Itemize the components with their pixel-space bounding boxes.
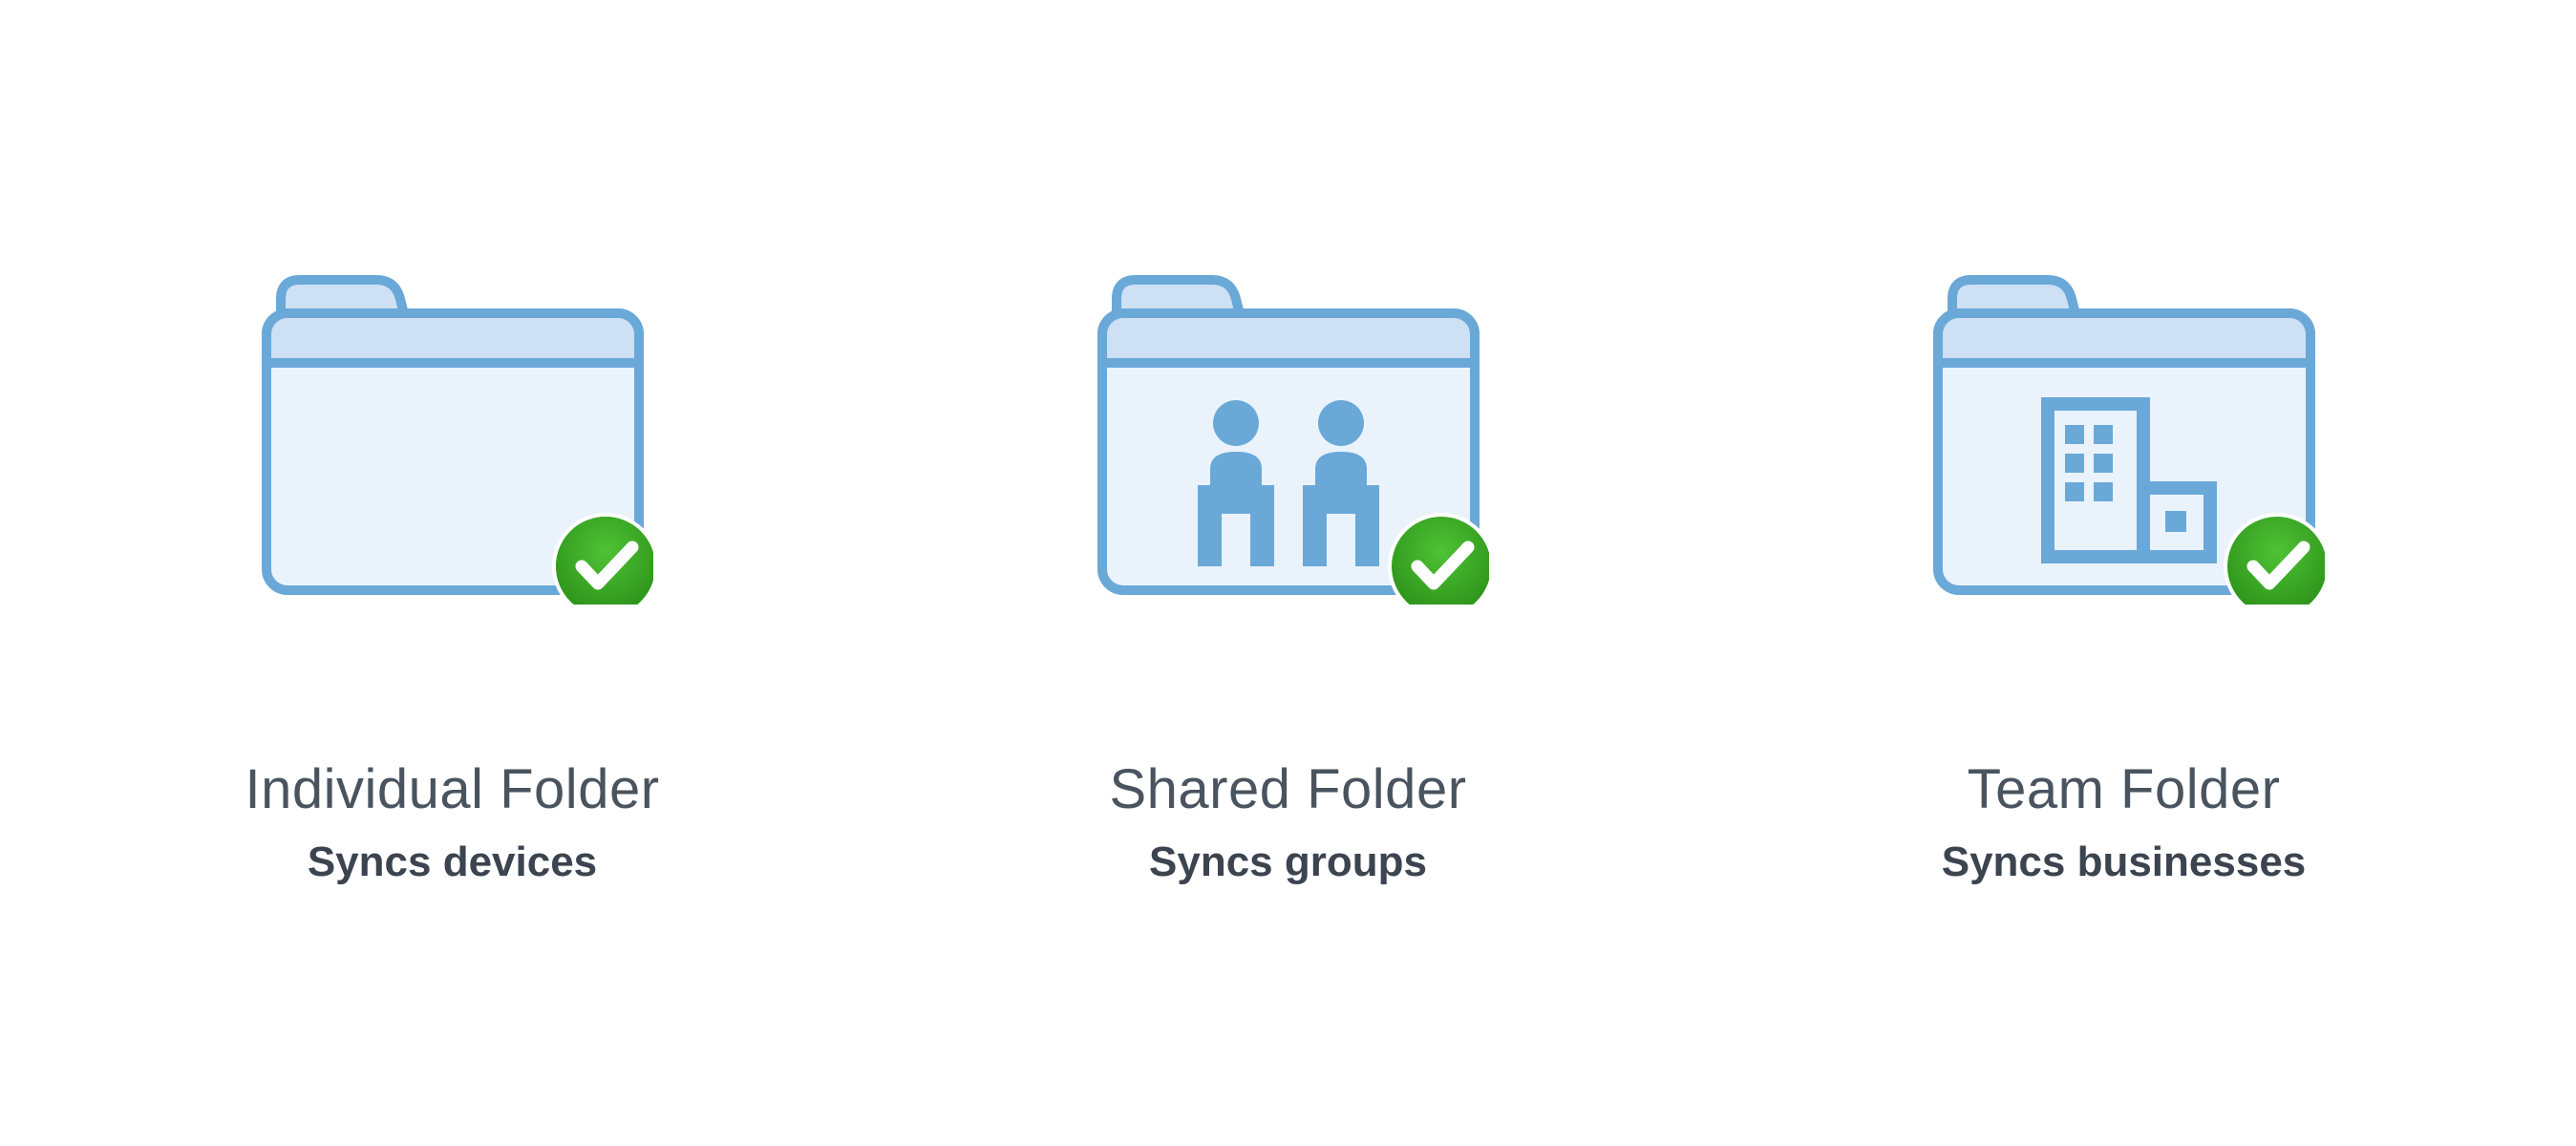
folder-team-icon	[1924, 261, 2325, 605]
card-title: Team Folder	[1968, 757, 2281, 821]
card-subtitle: Syncs groups	[1149, 838, 1427, 886]
card-title: Individual Folder	[245, 757, 659, 821]
card-subtitle: Syncs devices	[308, 838, 597, 886]
folder-shared-icon	[1088, 261, 1489, 605]
shared-folder-card: Shared Folder Syncs groups	[1002, 261, 1575, 886]
card-title: Shared Folder	[1109, 757, 1466, 821]
folder-individual-icon	[252, 261, 653, 605]
folder-type-row: Individual Folder Syncs devices	[128, 261, 2449, 886]
card-subtitle: Syncs businesses	[1942, 838, 2307, 886]
team-folder-card: Team Folder Syncs businesses	[1838, 261, 2411, 886]
individual-folder-card: Individual Folder Syncs devices	[166, 261, 739, 886]
